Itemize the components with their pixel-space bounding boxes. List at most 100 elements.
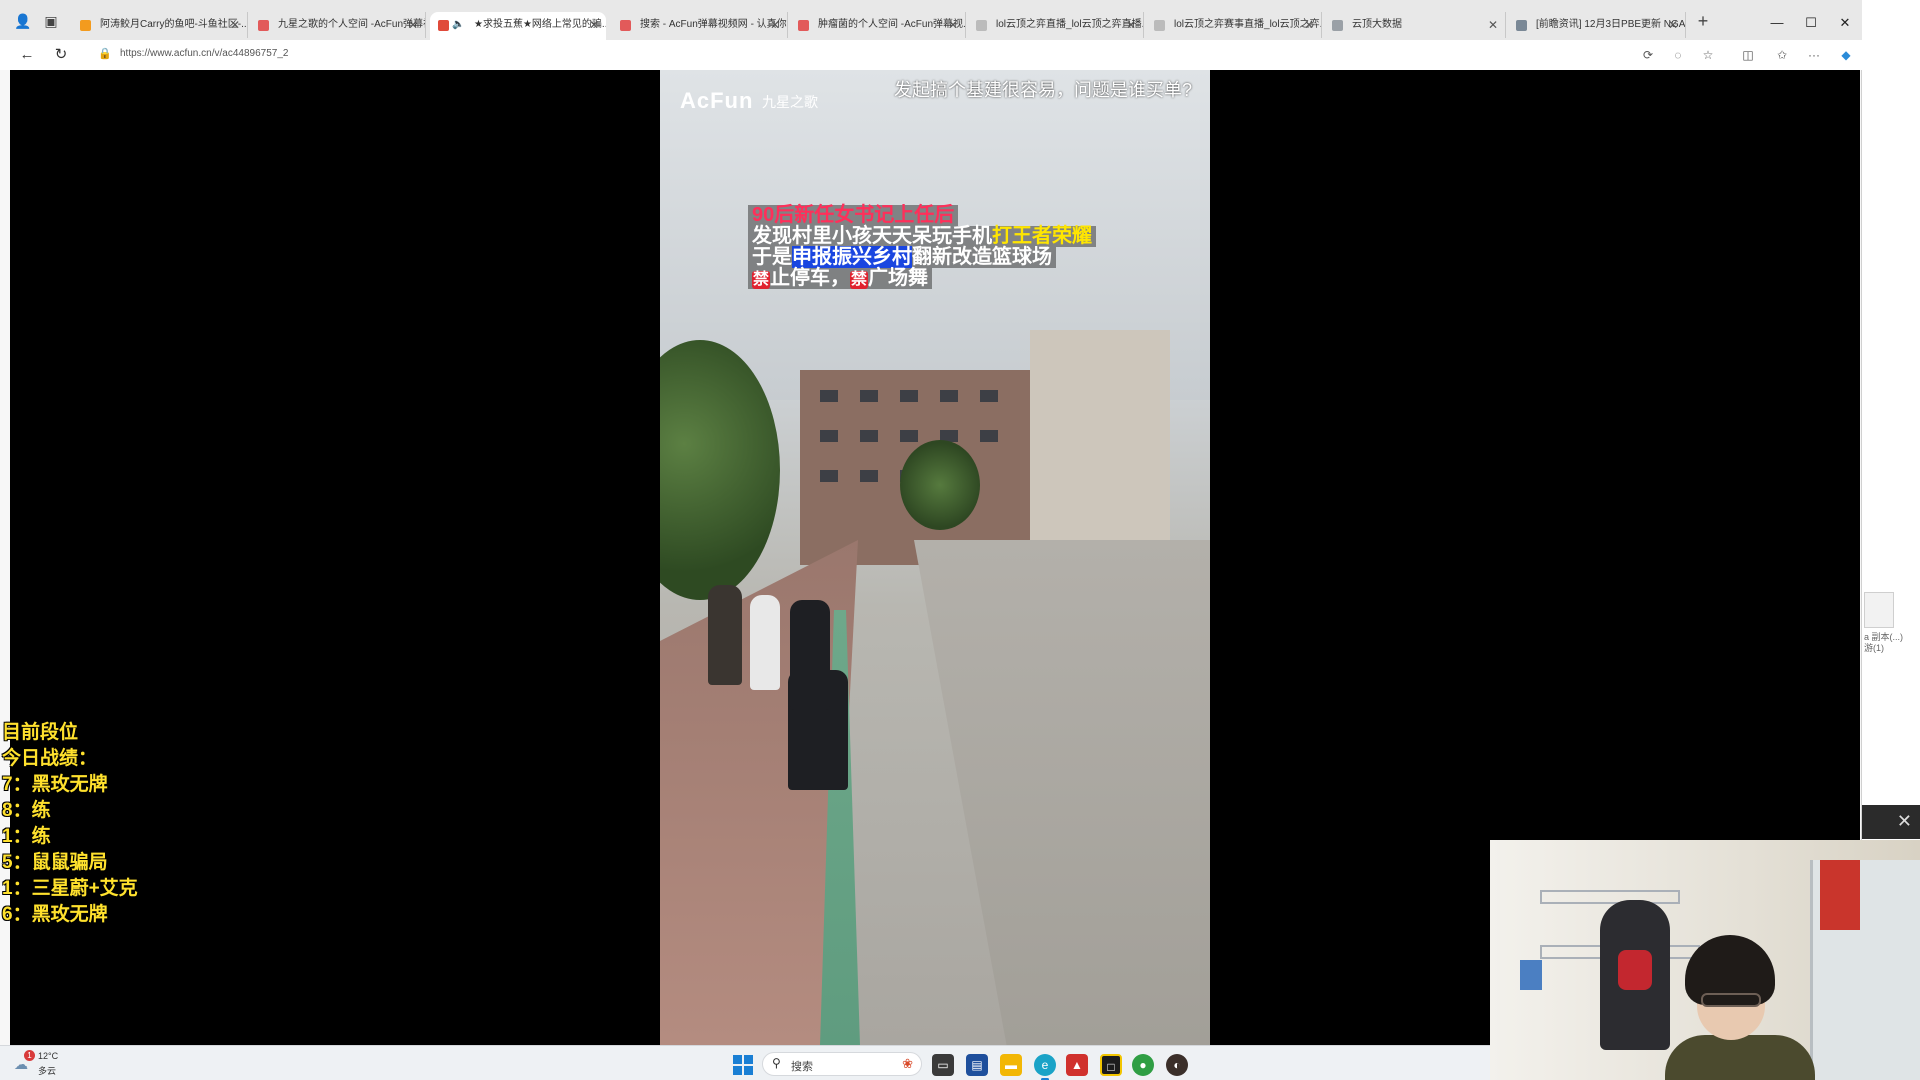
minimize-button[interactable]: — [1762,12,1792,34]
rank-result: 5：鼠鼠骗局 [2,852,108,873]
profile-icon[interactable]: 👤 [12,10,34,32]
app-icon[interactable]: ◐ [1166,1054,1188,1076]
taskbar: ☁ 1 12°C 多云 ⚲ 搜索 ❀ ▭ ▤ ▬ e ▲ □ ● ◐ [0,1045,1490,1080]
caption-text: 止停车， [770,267,851,289]
tab-close-icon[interactable]: ✕ [408,12,418,38]
search-placeholder: 搜索 [791,1061,813,1073]
caption-line-2: 发现村里小孩天天呆玩手机打王者荣耀 [748,226,1096,247]
rank-title: 目前段位 [2,722,79,743]
caption-line-4: 禁止停车，禁广场舞 [748,267,933,289]
tab-actions-icon[interactable]: ▣ [40,10,62,32]
tab-close-icon[interactable]: ✕ [1304,12,1314,38]
notification-badge: 1 [24,1050,35,1061]
tab-favicon-icon [80,20,91,31]
close-window-button[interactable]: ✕ [1830,12,1860,34]
tab-favicon-icon [1154,20,1165,31]
tab-close-icon[interactable]: ✕ [1488,12,1498,38]
reload-button[interactable]: ↻ [50,45,72,65]
url-field[interactable]: 🔒 https://www.acfun.cn/v/ac44896757_2 [92,44,1672,66]
favorites-icon[interactable]: ✩ [1772,45,1792,65]
tab-3[interactable]: 搜索 - AcFun弹幕视频网 - 认真你... ✕ [612,12,788,38]
video-person [790,600,830,710]
tab-title: 云顶大数据 [1352,19,1402,30]
webcam-banner [1820,860,1860,930]
tab-close-icon[interactable]: ✕ [230,12,240,38]
tab-favicon-icon [620,20,631,31]
edge-icon[interactable]: e [1034,1054,1056,1080]
video-tree [900,440,980,530]
url-text: https://www.acfun.cn/v/ac44896757_2 [120,48,289,59]
tab-7[interactable]: 云顶大数据 ✕ [1324,12,1506,38]
start-button[interactable] [733,1055,753,1075]
video-person [708,585,742,685]
tab-bar: 👤 ▣ 阿涛鲛月Carry的鱼吧-斗鱼社区-... ✕ 九星之歌的个人空间 -A… [0,0,1862,40]
tab-1[interactable]: 九星之歌的个人空间 -AcFun弹幕视... ✕ [250,12,426,38]
video-player[interactable]: AcFun 九星之歌 发起搞个基建很容易，问题是谁买单? 90后新任女书记上任后… [660,70,1210,1045]
tab-8[interactable]: [前瞻资讯] 12月3日PBE更新 NGA... ✕ [1508,12,1686,38]
copilot-icon[interactable]: ◆ [1836,45,1856,65]
caption-line-3: 于是申报振兴乡村翻新改造篮球场 [748,246,1056,268]
channel-name: 九星之歌 [762,94,818,110]
caption-highlight: 打王者荣耀 [992,225,1092,247]
tab-0[interactable]: 阿涛鲛月Carry的鱼吧-斗鱼社区-... ✕ [72,12,248,38]
file-explorer-icon[interactable]: ▬ [1000,1054,1022,1076]
tab-favicon-icon [1516,20,1527,31]
tab-title: 九星之歌的个人空间 -AcFun弹幕视... [278,19,426,30]
tab-6[interactable]: lol云顶之弈赛事直播_lol云顶之弈... ✕ [1146,12,1322,38]
search-highlight-icon: ❀ [902,1056,913,1071]
video-caption: 90后新任女书记上任后 发现村里小孩天天呆玩手机打王者荣耀 于是申报振兴乡村翻新… [748,205,1096,289]
rank-result: 7：黑玫无牌 [2,774,108,795]
reader-mode-icon[interactable]: ◌ [1668,45,1688,65]
tab-2-active[interactable]: 🔈 ★求投五蕉★网络上常见的骗... ✕ [430,12,606,40]
store-icon[interactable]: ▤ [966,1054,988,1076]
desktop-file-label: a 副本(...) 游(1) [1864,632,1904,653]
video-person [750,595,780,690]
address-bar: ← ↻ 🔒 https://www.acfun.cn/v/ac44896757_… [0,40,1862,70]
rank-subtitle: 今日战绩： [2,748,98,769]
tab-close-icon[interactable]: ✕ [1126,12,1136,38]
lock-icon[interactable]: 🔒 [98,47,112,60]
more-options-icon[interactable]: ··· [1804,45,1824,65]
close-icon[interactable]: ✕ [1897,811,1912,832]
back-button[interactable]: ← [16,45,38,65]
speaker-icon[interactable]: 🔈 [452,12,464,38]
webcam-toolbar: ✕ [1862,805,1920,839]
acfun-logo: AcFun [680,88,754,113]
taskbar-search[interactable]: ⚲ 搜索 ❀ [762,1052,922,1076]
tab-title: 阿涛鲛月Carry的鱼吧-斗鱼社区-... [100,19,248,30]
favorite-star-icon[interactable]: ☆ [1698,45,1718,65]
video-building-white [1030,330,1170,565]
rank-result: 1：三星蔚+艾克 [2,878,138,899]
tab-5[interactable]: lol云顶之弈直播_lol云顶之弈直播... ✕ [968,12,1144,38]
caption-text: 于是 [752,246,792,268]
caption-line-1: 90后新任女书记上任后 [748,205,959,226]
webcam-bunk-bed [1540,890,1680,904]
tab-favicon-icon [1332,20,1343,31]
caption-text: 翻新改造篮球场 [912,246,1052,268]
tab-close-icon[interactable]: ✕ [770,12,780,38]
desktop-file-icon[interactable] [1864,592,1894,628]
maximize-button[interactable]: ☐ [1796,12,1826,34]
video-court [914,540,1210,1045]
chrome-icon[interactable]: ● [1132,1054,1154,1076]
tab-close-icon[interactable]: ✕ [589,12,599,38]
webcam-stool [1520,960,1542,990]
caption-highlight: 申报振兴乡村 [792,246,912,268]
tab-4[interactable]: 肿瘤菌的个人空间 -AcFun弹幕视... ✕ [790,12,966,38]
tab-title: 肿瘤菌的个人空间 -AcFun弹幕视... [818,19,966,30]
webcam-feed [1490,840,1920,1080]
tab-close-icon[interactable]: ✕ [948,12,958,38]
tab-favicon-icon [438,20,449,31]
split-screen-icon[interactable]: ◫ [1738,45,1758,65]
caption-text: 广场舞 [868,267,929,289]
new-tab-button[interactable]: + [1692,10,1714,32]
streamer-glasses [1701,993,1761,1007]
task-view-icon[interactable]: ▭ [932,1054,954,1076]
tab-title: ★求投五蕉★网络上常见的骗... [474,19,606,30]
app-available-icon[interactable]: ⟳ [1638,45,1658,65]
tab-favicon-icon [976,20,987,31]
tab-close-icon[interactable]: ✕ [1668,12,1678,38]
weather-desc: 多云 [38,1066,57,1076]
app-icon[interactable]: □ [1100,1054,1122,1076]
game-app-icon[interactable]: ▲ [1066,1054,1088,1076]
